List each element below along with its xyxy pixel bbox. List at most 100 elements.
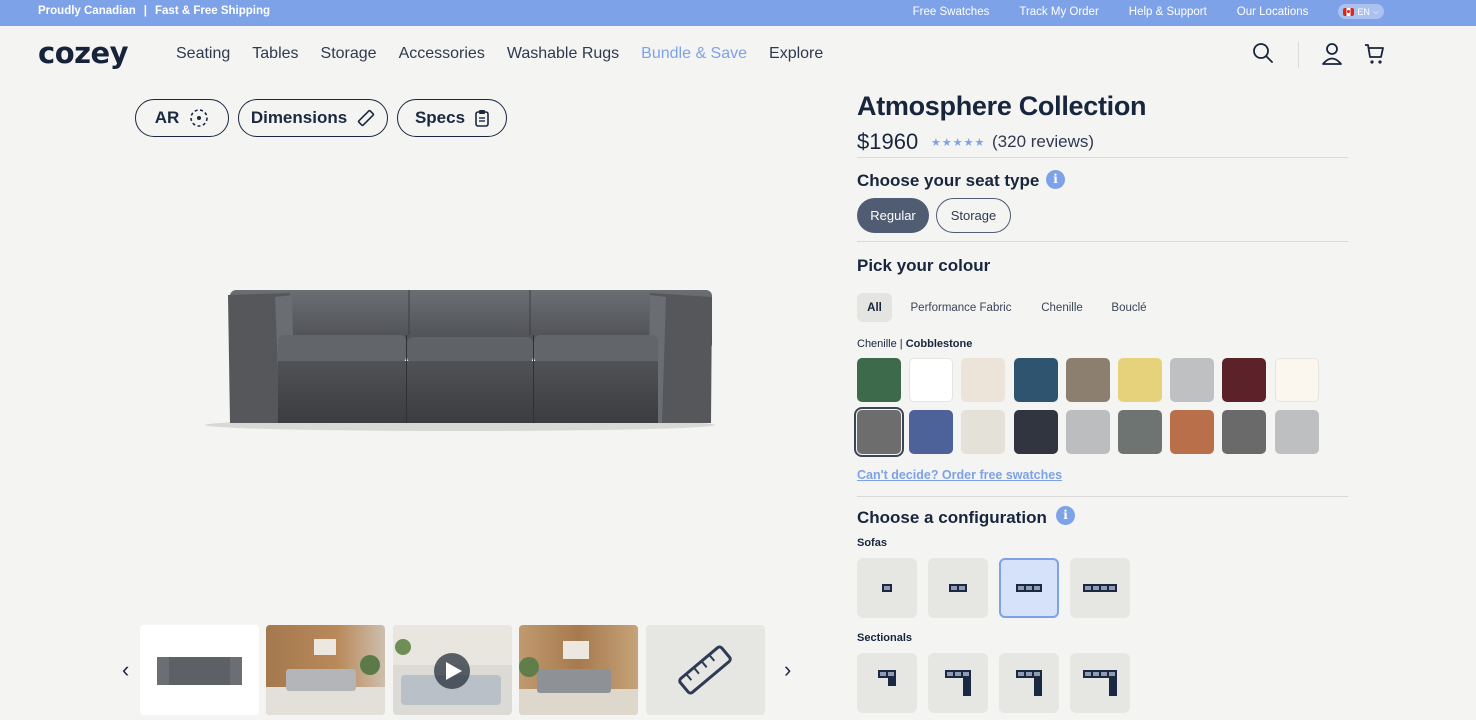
colour-swatch[interactable] xyxy=(1013,358,1058,402)
separator: | xyxy=(143,5,147,17)
nav-accessories[interactable]: Accessories xyxy=(399,45,485,63)
cart-icon[interactable] xyxy=(1363,42,1385,66)
search-icon[interactable] xyxy=(1252,42,1274,64)
thumbnail-sofa[interactable] xyxy=(140,625,259,715)
proudly-canadian: Proudly Canadian xyxy=(38,5,136,17)
selected-colour-label: Chenille | Cobblestone xyxy=(857,338,972,350)
announcement-text: Proudly Canadian | Fast & Free Shipping xyxy=(38,5,270,17)
thumbnail-video-image xyxy=(393,625,512,705)
sofa-config-4-seat[interactable] xyxy=(1070,558,1130,618)
colour-swatch[interactable] xyxy=(1013,410,1058,454)
colour-swatch[interactable] xyxy=(1274,358,1319,402)
sofa-layout-icon xyxy=(949,584,967,592)
language-selector[interactable]: EN ⌵ xyxy=(1338,4,1384,19)
filter-all[interactable]: All xyxy=(857,293,892,322)
thumbnail-living-room-image xyxy=(266,639,385,715)
configuration-heading: Choose a configuration xyxy=(857,508,1047,527)
filter-performance-fabric[interactable]: Performance Fabric xyxy=(901,293,1021,322)
filter-chenille[interactable]: Chenille xyxy=(1034,293,1090,322)
thumbnail-living-room-2-image xyxy=(519,641,638,715)
sectional-config-option[interactable] xyxy=(857,653,917,713)
sectional-layout-icon xyxy=(1016,670,1042,696)
colour-swatch[interactable] xyxy=(1222,410,1267,454)
colour-swatch[interactable] xyxy=(854,407,904,457)
nav-divider xyxy=(1298,42,1299,68)
product-price: $1960 xyxy=(857,129,919,154)
filter-boucle[interactable]: Bouclé xyxy=(1103,293,1155,322)
sectionals-label: Sectionals xyxy=(857,632,913,644)
divider xyxy=(857,157,1348,158)
free-swatches-link[interactable]: Free Swatches xyxy=(913,6,990,18)
sofa-layout-icon xyxy=(1016,584,1042,592)
colour-swatch[interactable] xyxy=(1065,358,1110,402)
main-nav: Seating Tables Storage Accessories Washa… xyxy=(176,45,823,63)
nav-bundle-save[interactable]: Bundle & Save xyxy=(641,45,747,63)
canada-flag-icon xyxy=(1343,7,1355,16)
nav-tables[interactable]: Tables xyxy=(252,45,298,63)
ruler-icon xyxy=(678,645,732,695)
nav-washable-rugs[interactable]: Washable Rugs xyxy=(507,45,619,63)
colour-swatch[interactable] xyxy=(961,410,1006,454)
colour-swatch[interactable] xyxy=(1222,358,1267,402)
thumb-prev-arrow[interactable]: ‹ xyxy=(122,657,129,683)
thumb-next-arrow[interactable]: › xyxy=(784,657,791,683)
sofa-layout-icon xyxy=(882,584,892,592)
colour-swatch[interactable] xyxy=(1065,410,1110,454)
thumbnail-living-room-2[interactable] xyxy=(519,625,638,715)
colour-swatch[interactable] xyxy=(961,358,1006,402)
sofa-config-1-seat[interactable] xyxy=(857,558,917,618)
colour-name: Cobblestone xyxy=(905,338,973,350)
specs-label: Specs xyxy=(414,108,466,127)
colour-swatch[interactable] xyxy=(857,358,901,402)
nav-seating[interactable]: Seating xyxy=(176,45,230,63)
colour-swatch[interactable] xyxy=(909,410,954,454)
nav-storage[interactable]: Storage xyxy=(321,45,377,63)
divider xyxy=(857,241,1348,242)
sectional-layout-icon xyxy=(1083,670,1117,696)
product-image-sofa xyxy=(205,290,715,431)
colour-swatch[interactable] xyxy=(1170,358,1215,402)
sectional-config-option[interactable] xyxy=(999,653,1059,713)
sofa-layout-icon xyxy=(1083,584,1117,592)
announcement-bar: Proudly Canadian | Fast & Free Shipping … xyxy=(0,0,1476,26)
ar-cube-icon xyxy=(190,109,209,127)
thumbnail-living-room-1[interactable] xyxy=(266,625,385,715)
colour-swatch[interactable] xyxy=(909,358,954,402)
specs-button[interactable]: Specs xyxy=(397,99,507,137)
sectional-config-option[interactable] xyxy=(1070,653,1130,713)
thumbnail-video[interactable] xyxy=(393,625,512,715)
nav-explore[interactable]: Explore xyxy=(769,45,823,63)
account-icon[interactable] xyxy=(1321,42,1343,66)
divider xyxy=(857,496,1348,497)
colour-swatch[interactable] xyxy=(1118,410,1162,454)
colour-swatch[interactable] xyxy=(1274,410,1319,454)
ar-label: AR xyxy=(154,108,180,127)
colour-swatch[interactable] xyxy=(1170,410,1215,454)
seat-regular-button[interactable]: Regular xyxy=(857,198,929,233)
sectional-config-option[interactable] xyxy=(928,653,988,713)
utility-links: Free Swatches Track My Order Help & Supp… xyxy=(913,4,1384,19)
reviews-link[interactable]: (320 reviews) xyxy=(992,132,1094,152)
language-label: EN xyxy=(1357,6,1370,17)
order-free-swatches-link[interactable]: Can't decide? Order free swatches xyxy=(857,468,1062,482)
chevron-down-icon: ⌵ xyxy=(1372,6,1379,16)
info-icon[interactable]: i xyxy=(1046,170,1065,189)
sofa-config-2-seat[interactable] xyxy=(928,558,988,618)
thumbnail-sofa-image xyxy=(157,657,242,685)
ar-button[interactable]: AR xyxy=(135,99,229,137)
sectional-layout-icon xyxy=(878,670,896,686)
colour-swatch[interactable] xyxy=(1118,358,1162,402)
track-order-link[interactable]: Track My Order xyxy=(1019,6,1098,18)
dimensions-button[interactable]: Dimensions xyxy=(238,99,388,137)
dimensions-label: Dimensions xyxy=(250,108,348,127)
sofa-config-3-seat[interactable] xyxy=(999,558,1059,618)
colour-fabric-type: Chenille | xyxy=(857,338,906,350)
ruler-icon xyxy=(358,109,375,127)
thumbnail-dimensions[interactable] xyxy=(646,625,765,715)
our-locations-link[interactable]: Our Locations xyxy=(1237,6,1309,18)
info-icon[interactable]: i xyxy=(1056,506,1075,525)
free-shipping: Fast & Free Shipping xyxy=(155,5,271,17)
cozey-logo[interactable]: cozey xyxy=(38,36,129,70)
seat-storage-button[interactable]: Storage xyxy=(936,198,1011,233)
help-support-link[interactable]: Help & Support xyxy=(1129,6,1207,18)
